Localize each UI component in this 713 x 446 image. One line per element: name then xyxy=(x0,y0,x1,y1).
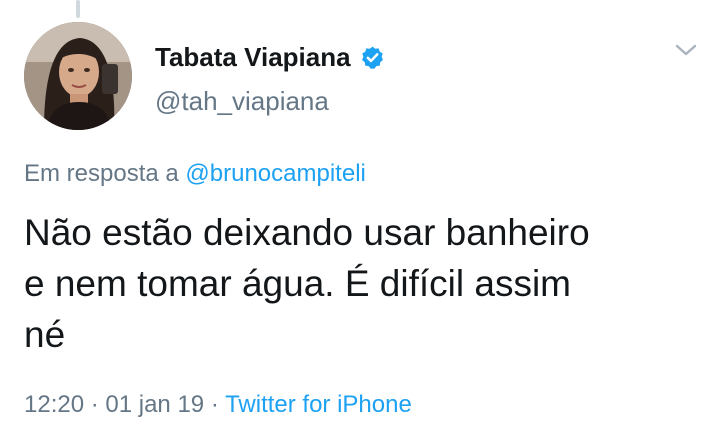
reply-to-handle-link[interactable]: @brunocampiteli xyxy=(185,160,365,187)
tweet-time[interactable]: 12:20 xyxy=(24,391,84,418)
avatar[interactable] xyxy=(24,22,132,130)
meta-separator: · xyxy=(84,391,106,418)
verified-badge-icon xyxy=(360,45,385,70)
author-name-row[interactable]: Tabata Viapiana xyxy=(155,40,385,74)
tweet-card: Tabata Viapiana @tah_viapiana Em respost… xyxy=(0,0,713,446)
author-handle[interactable]: @tah_viapiana xyxy=(155,84,329,118)
tweet-source-link[interactable]: Twitter for iPhone xyxy=(225,391,412,418)
avatar-image xyxy=(24,22,132,130)
thread-connector-line xyxy=(76,0,80,18)
meta-separator: · xyxy=(204,391,226,418)
tweet-date[interactable]: 01 jan 19 xyxy=(105,391,204,418)
tweet-text: Não estão deixando usar banheiro e nem t… xyxy=(24,212,590,355)
tweet-metadata: 12:20 · 01 jan 19 · Twitter for iPhone xyxy=(24,389,412,421)
chevron-down-icon[interactable] xyxy=(672,40,700,60)
author-display-name[interactable]: Tabata Viapiana xyxy=(155,40,351,74)
reply-context: Em resposta a @brunocampiteli xyxy=(24,158,366,190)
reply-prefix: Em resposta a xyxy=(24,160,179,187)
